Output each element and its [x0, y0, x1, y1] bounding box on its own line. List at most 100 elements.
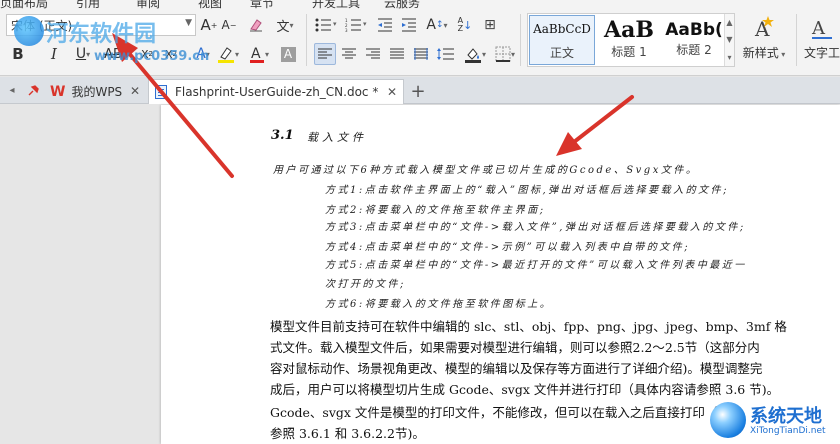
font-name-select[interactable]: 宋体 (正文) ▼: [6, 14, 196, 36]
underline-icon[interactable]: U ▾: [68, 43, 98, 65]
ribbon-toolbar: 页面布局 引用 审阅 视图 章节 开发工具 云服务 宋体 (正文) ▼ A + A…: [0, 0, 840, 76]
section-number: 3.1: [271, 128, 294, 143]
sort-icon[interactable]: A Z ↓: [454, 14, 476, 36]
handwritten-line: 方式4:点击菜单栏中的“文件->示例”可以载入列表中自带的文件;: [325, 242, 691, 253]
show-marks-icon[interactable]: ⊞: [480, 14, 500, 36]
document-page[interactable]: 3.1 载入文件 用户可通过以下6种方式载入模型文件或已切片生成的Gcode、S…: [161, 105, 840, 444]
borders-icon[interactable]: ▾: [492, 43, 518, 65]
svg-text:A: A: [251, 46, 261, 62]
tab-my-wps[interactable]: W 我的WPS ✕: [44, 79, 146, 104]
ribbon-separator: [520, 14, 521, 66]
text-effect-icon[interactable]: A ▾: [190, 43, 216, 65]
paragraph-line: 式文件。载入模型文件后，如果需要对模型进行编辑，则可以参照2.2～2.5节（这部…: [270, 340, 760, 355]
paragraph-shading-icon[interactable]: ▾: [460, 43, 490, 65]
paragraph-line: 容对鼠标动作、场景视角更改、模型的编辑以及保存等方面进行了详细介绍)。模型调整完: [270, 361, 763, 376]
new-tab-icon[interactable]: +: [408, 81, 428, 102]
document-icon: [155, 85, 167, 99]
style-normal[interactable]: AaBbCcD 正文: [529, 15, 595, 65]
tab-scroll-left-icon[interactable]: ◂: [4, 82, 20, 98]
clear-format-icon[interactable]: [246, 14, 266, 36]
svg-text:▾: ▾: [363, 20, 367, 28]
style-label-normal: 正文: [549, 46, 574, 60]
handwritten-line: 方式6:将要载入的文件拖至软件图标上。: [325, 299, 553, 310]
text-tools-icon: A: [802, 14, 840, 44]
phonetic-guide-icon[interactable]: 文 ▾: [270, 14, 300, 36]
bulleted-list-icon[interactable]: ▾: [312, 14, 340, 36]
style-sample-heading-2: AaBb(: [665, 20, 723, 40]
paragraph-line: 模型文件目前支持可在软件中编辑的 slc、stl、obj、fpp、png、jpg…: [270, 319, 787, 334]
style-label-heading-2: 标题 2: [676, 43, 712, 57]
numbered-list-icon[interactable]: 1 2 3 ▾: [342, 14, 370, 36]
wps-logo-icon: W: [50, 83, 66, 100]
expand-gallery-icon[interactable]: ▾: [727, 53, 731, 62]
menu-item-view[interactable]: 视图: [198, 0, 222, 10]
strikethrough-icon[interactable]: AB ▾: [100, 43, 130, 65]
document-tab-bar: ◂ W 我的WPS ✕ Flashprint-UserGuide-zh_CN.d…: [0, 77, 840, 104]
shrink-font-icon[interactable]: A −: [220, 14, 238, 36]
chevron-down-icon: ▼: [185, 18, 192, 28]
increase-indent-icon[interactable]: [398, 14, 420, 36]
pin-icon[interactable]: [26, 82, 42, 98]
close-icon[interactable]: ✕: [387, 85, 397, 99]
chevron-up-icon[interactable]: ▲: [726, 18, 732, 27]
italic-icon[interactable]: I: [44, 43, 64, 65]
handwritten-line: 方式3:点击菜单栏中的“文件->载入文件”,弹出对话框后选择要载入的文件;: [325, 222, 746, 233]
align-left-icon[interactable]: [314, 43, 336, 65]
new-style-icon: A: [738, 14, 790, 44]
style-sample-normal: AaBbCcD: [533, 22, 591, 36]
distributed-align-icon[interactable]: [410, 43, 432, 65]
menu-item-cloud[interactable]: 云服务: [384, 0, 420, 10]
align-right-icon[interactable]: [362, 43, 384, 65]
highlight-icon[interactable]: ▾: [214, 43, 242, 65]
style-label-heading-1: 标题 1: [611, 45, 647, 59]
decrease-indent-icon[interactable]: [374, 14, 396, 36]
handwritten-line: 方式5:点击菜单栏中的“文件->最近打开的文件”可以载入文件列表中最近一: [325, 260, 747, 271]
paragraph-line: 参照 3.6.1 和 3.6.2.2节)。: [270, 426, 425, 441]
handwritten-line: 方式2:将要载入的文件拖至软件主界面;: [325, 205, 546, 216]
text-tools-label: 文字工: [803, 46, 840, 60]
char-shading-icon[interactable]: A: [278, 43, 298, 65]
text-direction-icon[interactable]: A ↕ ▾: [424, 14, 450, 36]
font-color-icon[interactable]: A ▾: [246, 43, 272, 65]
svg-text:▾: ▾: [333, 20, 337, 28]
style-heading-1[interactable]: AaB 标题 1: [596, 15, 662, 65]
workspace-margin: [0, 105, 160, 444]
tab-label: 我的WPS: [71, 85, 123, 99]
tab-label: Flashprint-UserGuide-zh_CN.doc *: [175, 85, 379, 99]
ribbon-separator: [796, 14, 797, 66]
style-gallery-scroll[interactable]: ▲ ▼ ▾: [724, 14, 734, 66]
menu-strip: 页面布局 引用 审阅 视图 章节 开发工具 云服务: [0, 0, 840, 10]
paragraph-line: 成后，用户可以将模型切片生成 Gcode、svgx 文件并进行打印（具体内容请参…: [270, 382, 780, 397]
superscript-icon[interactable]: X2: [136, 43, 158, 65]
paragraph-line: Gcode、svgx 文件是模型的打印文件，不能修改，但可以在载入之后直接打印（: [270, 405, 718, 420]
subscript-icon[interactable]: X2: [160, 43, 182, 65]
body-paragraph: 模型文件目前支持可在软件中编辑的 slc、stl、obj、fpp、png、jpg…: [270, 316, 790, 400]
grow-font-icon[interactable]: A +: [200, 14, 218, 36]
menu-item-review[interactable]: 审阅: [136, 0, 160, 10]
body-paragraph: Gcode、svgx 文件是模型的打印文件，不能修改，但可以在载入之后直接打印（…: [270, 402, 790, 444]
menu-item-devtools[interactable]: 开发工具: [312, 0, 360, 10]
menu-item-layout[interactable]: 页面布局: [0, 0, 48, 10]
menu-item-references[interactable]: 引用: [76, 0, 100, 10]
style-sample-heading-1: AaB: [604, 17, 654, 43]
line-spacing-icon[interactable]: [434, 43, 458, 65]
bold-icon[interactable]: B: [8, 43, 28, 65]
handwritten-line: 方式1:点击软件主界面上的“载入”图标,弹出对话框后选择要载入的文件;: [325, 185, 730, 196]
ribbon-separator: [306, 14, 307, 66]
svg-text:A: A: [811, 18, 826, 39]
justify-icon[interactable]: [386, 43, 408, 65]
close-icon[interactable]: ✕: [130, 84, 140, 98]
text-tools-button[interactable]: A 文字工: [802, 14, 840, 68]
menu-item-chapter[interactable]: 章节: [250, 0, 274, 10]
chevron-down-icon[interactable]: ▼: [726, 35, 732, 44]
style-heading-2[interactable]: AaBb( 标题 2: [663, 15, 725, 65]
tab-document[interactable]: Flashprint-UserGuide-zh_CN.doc * ✕: [148, 79, 404, 104]
align-center-icon[interactable]: [338, 43, 360, 65]
handwritten-line: 次打开的文件;: [325, 279, 406, 290]
handwritten-line: 用户可通过以下6种方式载入模型文件或已切片生成的Gcode、Svgx文件。: [273, 165, 699, 176]
new-style-label: 新样式: [742, 46, 779, 60]
section-title: 载入文件: [307, 131, 367, 144]
new-style-button[interactable]: A 新样式 ▾: [738, 14, 790, 68]
svg-text:3: 3: [345, 28, 348, 32]
style-gallery: AaBbCcD 正文 AaB 标题 1 AaBb( 标题 2 ▲ ▼ ▾: [527, 13, 735, 67]
